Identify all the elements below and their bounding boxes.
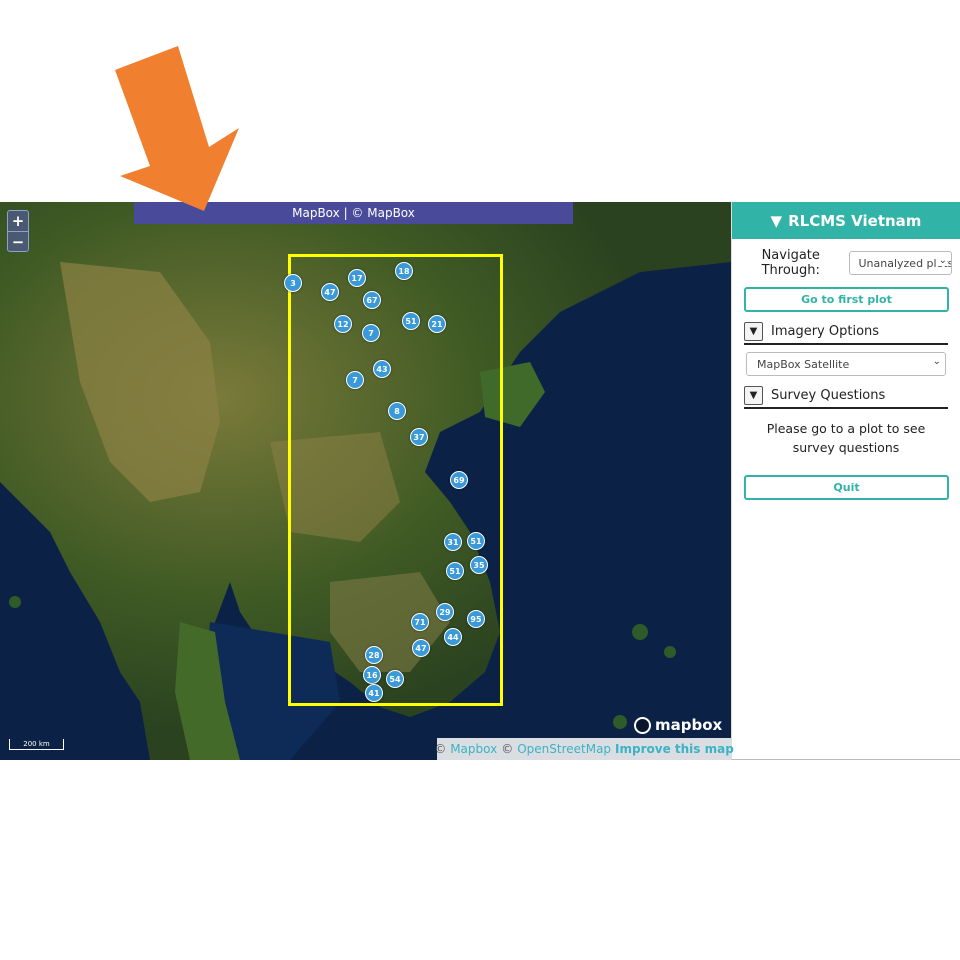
survey-questions-title: Survey Questions [771,387,886,403]
imagery-attribution-banner: MapBox | © MapBox [134,202,573,224]
plot-cluster[interactable]: 28 [365,646,383,664]
plot-cluster[interactable]: 47 [321,283,339,301]
mapbox-logo[interactable]: mapbox [634,716,722,734]
chevron-down-icon: ⌄ [936,255,947,266]
improve-map-link[interactable]: Improve this map [615,742,734,756]
plot-cluster[interactable]: 51 [446,562,464,580]
plot-cluster[interactable]: 51 [402,312,420,330]
mapbox-logo-text: mapbox [655,716,723,734]
openstreetmap-link[interactable]: OpenStreetMap [517,742,611,756]
zoom-in-button[interactable]: + [8,211,28,231]
plot-cluster[interactable]: 37 [410,428,428,446]
imagery-options-title: Imagery Options [771,323,880,339]
collapse-toggle-icon[interactable]: ▼ [744,321,763,341]
plot-cluster[interactable]: 51 [467,532,485,550]
navigate-label: Navigate Through: [761,248,820,278]
plot-cluster[interactable]: 18 [395,262,413,280]
quit-button[interactable]: Quit [744,475,949,500]
imagery-select-value: MapBox Satellite [757,357,850,371]
plot-cluster[interactable]: 29 [436,603,454,621]
scale-bar: 200 km [9,739,64,750]
side-panel: ▼ RLCMS Vietnam Navigate Through: Unanal… [731,202,960,760]
plot-cluster[interactable]: 43 [373,360,391,378]
copyright-symbol: © [501,742,514,756]
triangle-down-icon: ▼ [770,211,783,230]
plot-cluster[interactable]: 7 [346,371,364,389]
plot-cluster[interactable]: 69 [450,471,468,489]
plot-cluster[interactable]: 3 [284,274,302,292]
plot-cluster[interactable]: 71 [411,613,429,631]
panel-header[interactable]: ▼ RLCMS Vietnam [732,202,960,239]
copyright-symbol: © [434,742,447,756]
plot-cluster[interactable]: 31 [444,533,462,551]
navigate-row: Navigate Through: Unanalyzed plots ⌄ [732,248,960,278]
area-of-interest-box [288,254,503,706]
zoom-out-button[interactable]: − [8,231,28,251]
plot-cluster[interactable]: 54 [386,670,404,688]
chevron-down-icon: ⌄ [932,356,941,367]
plot-cluster[interactable]: 12 [334,315,352,333]
plot-cluster[interactable]: 95 [467,610,485,628]
map-attribution: © Mapbox © OpenStreetMap Improve this ma… [434,738,734,760]
imagery-options-header[interactable]: ▼ Imagery Options [744,319,948,345]
zoom-control: + − [7,210,29,252]
mapbox-logo-icon [634,716,651,734]
project-title: RLCMS Vietnam [788,211,922,230]
plot-cluster[interactable]: 21 [428,315,446,333]
collapse-toggle-icon[interactable]: ▼ [744,385,763,405]
survey-questions-header[interactable]: ▼ Survey Questions [744,383,948,409]
plot-cluster[interactable]: 67 [363,291,381,309]
plot-cluster[interactable]: 8 [388,402,406,420]
screenshot-stage: 3 47 17 18 67 12 7 51 21 7 43 8 37 69 31… [0,0,960,960]
imagery-select[interactable]: MapBox Satellite ⌄ [746,352,946,376]
plot-cluster[interactable]: 41 [365,684,383,702]
go-to-first-plot-button[interactable]: Go to first plot [744,287,949,312]
plot-cluster[interactable]: 17 [348,269,366,287]
survey-placeholder-message: Please go to a plot to see survey questi… [766,421,926,455]
plot-cluster[interactable]: 47 [412,639,430,657]
map-view[interactable]: 3 47 17 18 67 12 7 51 21 7 43 8 37 69 31… [0,202,731,760]
plot-cluster[interactable]: 35 [470,556,488,574]
navigate-select[interactable]: Unanalyzed plots ⌄ [849,251,952,275]
plot-cluster[interactable]: 16 [363,666,381,684]
mapbox-link[interactable]: Mapbox [450,742,497,756]
plot-cluster[interactable]: 44 [444,628,462,646]
plot-cluster[interactable]: 7 [362,324,380,342]
